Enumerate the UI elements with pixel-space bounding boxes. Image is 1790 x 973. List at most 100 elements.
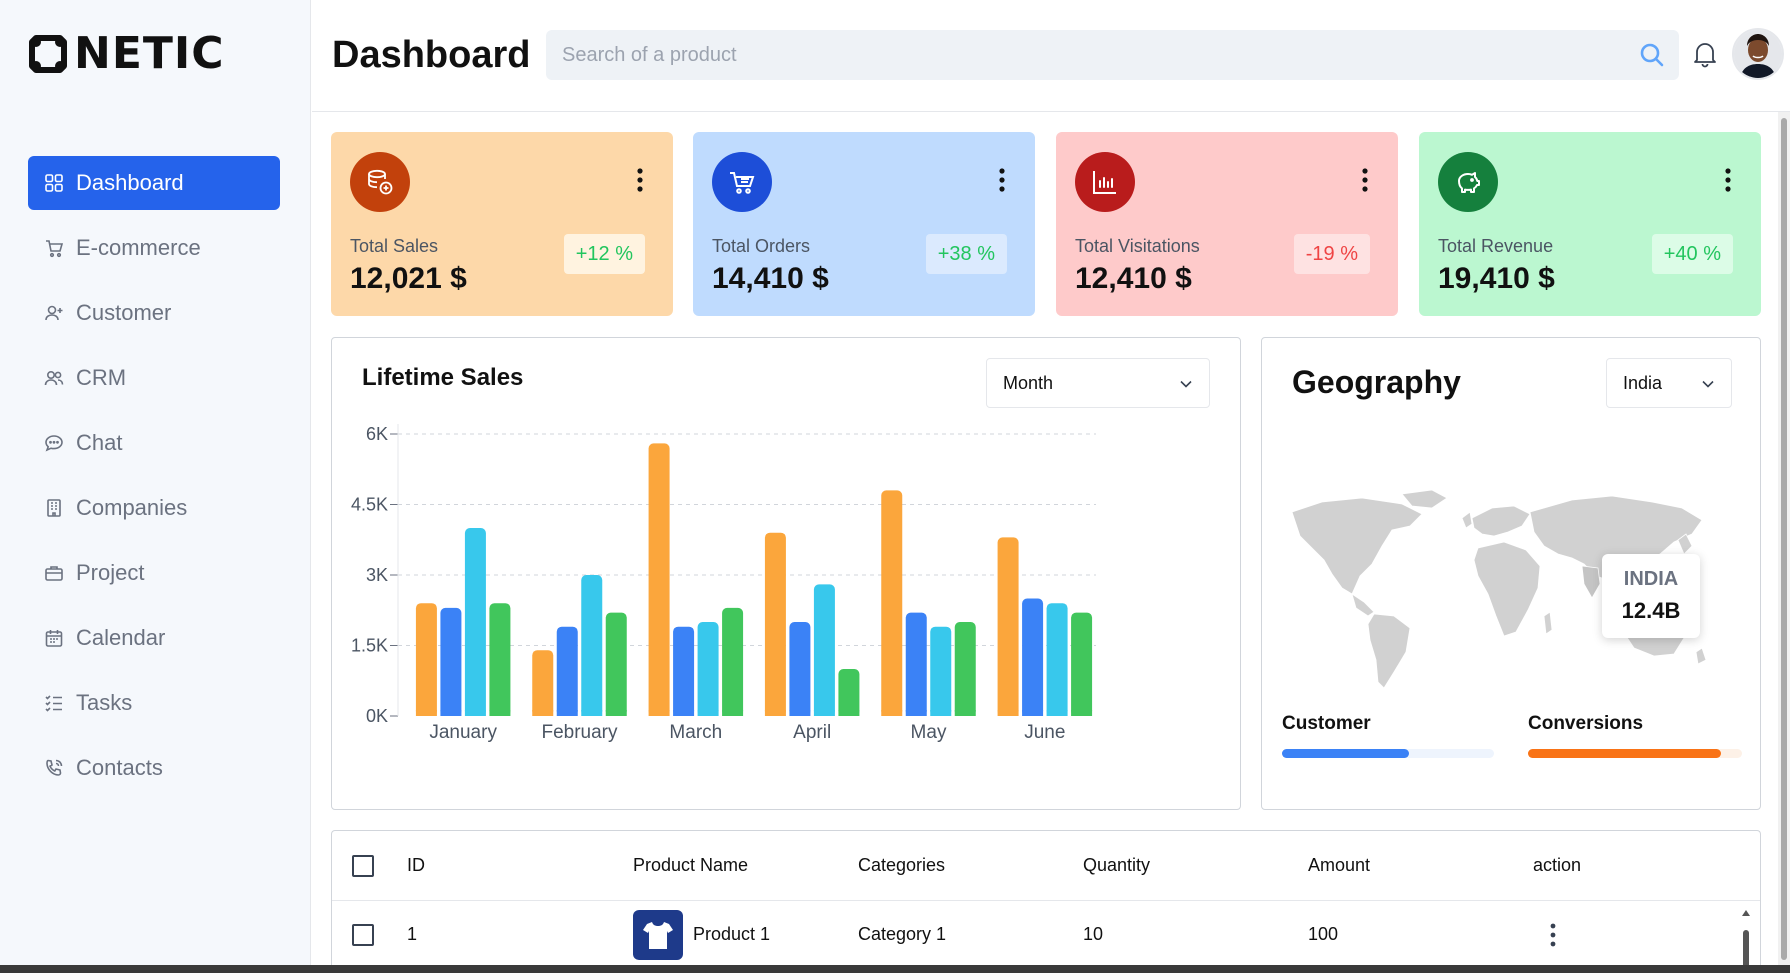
bar-chart-icon <box>1093 171 1116 194</box>
bar-may-series-0[interactable] <box>881 490 903 716</box>
row-id: 1 <box>407 924 418 944</box>
sidebar-item-crm[interactable]: CRM <box>28 351 280 405</box>
column-header-id[interactable]: ID <box>407 855 425 876</box>
kpi-card-total-orders: Total Orders 14,410 $ +38 % <box>693 132 1035 316</box>
brand-logo[interactable]: NETIC <box>28 28 225 79</box>
bar-base <box>532 710 554 716</box>
sidebar-item-companies[interactable]: Companies <box>28 481 280 535</box>
bar-june-series-0[interactable] <box>997 537 1019 716</box>
kebab-menu-icon[interactable] <box>1362 168 1368 192</box>
select-all-checkbox[interactable] <box>352 855 374 877</box>
country-select-value: India <box>1623 372 1663 393</box>
kpi-delta-badge: -19 % <box>1293 234 1370 274</box>
sidebar-item-label: Calendar <box>76 625 166 650</box>
search-input[interactable] <box>546 30 1679 80</box>
kebab-menu-icon[interactable] <box>1725 168 1731 192</box>
briefcase-icon <box>45 566 63 581</box>
table-row[interactable]: 1 Product 1 Category 1 10 100 <box>332 902 1760 968</box>
bar-base <box>440 710 462 716</box>
sidebar-item-customer[interactable]: Customer <box>28 286 280 340</box>
kpi-card-total-sales: Total Sales 12,021 $ +12 % <box>331 132 673 316</box>
row-checkbox[interactable] <box>352 924 374 946</box>
lifetime-sales-panel: Lifetime Sales Month 0K 1.5K 3K 4.5K 6K Janua… <box>331 337 1241 810</box>
bar-june-series-3[interactable] <box>1071 612 1093 716</box>
y-tick-label: 6K <box>366 424 388 444</box>
bar-may-series-2[interactable] <box>930 626 952 716</box>
column-header-action: action <box>1533 855 1582 875</box>
grid-icon <box>45 174 63 192</box>
column-header-quantity[interactable]: Quantity <box>1083 855 1150 876</box>
bar-april-series-3[interactable] <box>838 669 860 716</box>
row-category: Category 1 <box>858 924 947 944</box>
bar-february-series-0[interactable] <box>532 650 554 716</box>
x-tick-label: March <box>669 722 722 743</box>
x-tick-label: June <box>1024 722 1065 743</box>
column-header-category[interactable]: Categories <box>858 855 945 876</box>
sidebar: NETIC Dashboard E-commerce Customer CRM … <box>0 0 311 965</box>
cart-icon <box>46 240 64 258</box>
bar-april-series-0[interactable] <box>764 532 786 716</box>
y-tick-label: 0K <box>366 706 388 726</box>
bar-june-series-1[interactable] <box>1022 598 1044 717</box>
country-select[interactable]: India <box>1606 358 1732 408</box>
kebab-menu-icon[interactable] <box>637 168 643 192</box>
bar-april-series-1[interactable] <box>789 622 811 716</box>
kpi-value: 14,410 $ <box>712 262 829 295</box>
geography-title: Geography <box>1292 364 1461 400</box>
bar-january-series-3[interactable] <box>489 603 511 716</box>
kpi-card-total-visitations: Total Visitations 12,410 $ -19 % <box>1056 132 1398 316</box>
page-title: Dashboard <box>332 34 531 76</box>
sidebar-item-ecommerce[interactable]: E-commerce <box>28 221 280 275</box>
sidebar-item-tasks[interactable]: Tasks <box>28 676 280 730</box>
tshirt-icon <box>643 922 673 949</box>
sidebar-item-label: Tasks <box>76 690 133 715</box>
bar-january-series-0[interactable] <box>415 603 437 716</box>
x-tick-label: May <box>911 722 947 743</box>
top-header: Dashboard <box>312 0 1790 112</box>
bar-april-series-2[interactable] <box>813 584 835 716</box>
search-bar <box>546 30 1679 80</box>
bar-march-series-1[interactable] <box>673 626 695 716</box>
bar-february-series-2[interactable] <box>581 575 603 716</box>
lifetime-sales-chart: 0K 1.5K 3K 4.5K 6K January February March April M… <box>351 424 1096 743</box>
chevron-down-icon <box>1702 380 1714 388</box>
user-avatar[interactable] <box>1732 28 1784 80</box>
kebab-menu-icon[interactable] <box>999 168 1005 192</box>
bar-february-series-3[interactable] <box>605 612 627 716</box>
bar-base <box>997 710 1019 716</box>
bar-may-series-1[interactable] <box>905 612 927 716</box>
row-action-kebab-icon[interactable] <box>1550 923 1556 947</box>
bar-base <box>881 710 903 716</box>
bar-may-series-3[interactable] <box>954 622 976 716</box>
bar-base <box>905 710 927 716</box>
row-product-name[interactable]: Product 1 <box>693 924 770 945</box>
y-tick-label: 3K <box>366 565 388 585</box>
bar-base <box>930 710 952 716</box>
sidebar-item-dashboard[interactable]: Dashboard <box>28 156 280 210</box>
sidebar-item-label: Customer <box>76 300 172 325</box>
bar-june-series-2[interactable] <box>1046 603 1068 716</box>
sidebar-item-label: Companies <box>76 495 188 520</box>
bar-march-series-3[interactable] <box>722 607 744 716</box>
page-scrollbar[interactable] <box>1778 112 1790 965</box>
bar-march-series-0[interactable] <box>648 443 670 716</box>
column-header-product[interactable]: Product Name <box>633 855 748 876</box>
sidebar-item-chat[interactable]: Chat <box>28 416 280 470</box>
bar-march-series-2[interactable] <box>697 622 719 716</box>
bar-january-series-2[interactable] <box>464 528 486 716</box>
column-header-amount[interactable]: Amount <box>1308 855 1370 876</box>
bell-icon[interactable] <box>1692 40 1718 68</box>
bar-february-series-1[interactable] <box>556 626 578 716</box>
search-icon[interactable] <box>1639 42 1665 68</box>
table-scrollbar[interactable] <box>1740 908 1752 970</box>
bar-base <box>415 710 437 716</box>
bar-january-series-1[interactable] <box>440 607 462 716</box>
sidebar-item-calendar[interactable]: Calendar <box>28 611 280 665</box>
window-bottom-edge <box>0 965 1790 973</box>
sidebar-item-label: CRM <box>76 365 127 390</box>
sidebar-item-project[interactable]: Project <box>28 546 280 600</box>
kpi-delta-badge: +40 % <box>1651 234 1733 274</box>
sidebar-item-contacts[interactable]: Contacts <box>28 741 280 795</box>
page-scrollbar-thumb[interactable] <box>1781 118 1787 960</box>
kpi-value: 19,410 $ <box>1438 262 1555 295</box>
